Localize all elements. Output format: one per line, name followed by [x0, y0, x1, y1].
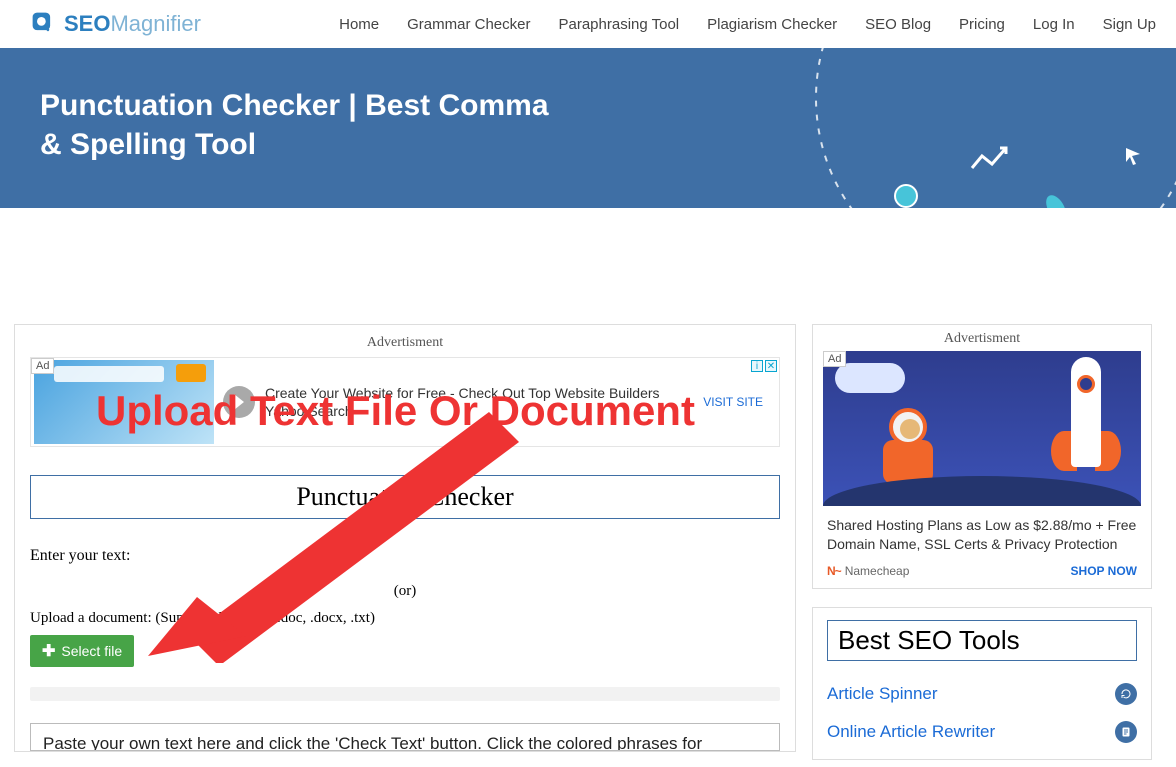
hero-graphic [776, 48, 1176, 208]
select-file-button[interactable]: ✚ Select file [30, 635, 134, 667]
navbar: SEO Magnifier Home Grammar Checker Parap… [0, 0, 1176, 48]
ad-choices[interactable]: i✕ [751, 360, 777, 372]
nav-signup[interactable]: Sign Up [1103, 16, 1156, 33]
select-file-label: Select file [61, 643, 122, 659]
ad-close-icon[interactable]: ✕ [765, 360, 777, 372]
nav-login[interactable]: Log In [1033, 16, 1075, 33]
side-ad-panel: Advertisment Ad i✕ Shared Hosting Plans … [812, 324, 1152, 589]
nav-pricing[interactable]: Pricing [959, 16, 1005, 33]
logo[interactable]: SEO Magnifier [30, 10, 201, 38]
play-icon[interactable] [223, 386, 255, 418]
nav-home[interactable]: Home [339, 16, 379, 33]
seo-tools-title: Best SEO Tools [827, 620, 1137, 661]
nav-blog[interactable]: SEO Blog [865, 16, 931, 33]
list-item: Online Article Rewriter [827, 713, 1137, 751]
ad-text: Create Your Website for Free - Check Out… [255, 380, 703, 424]
enter-text-label: Enter your text: [30, 547, 780, 565]
logo-text-seo: SEO [64, 11, 110, 37]
side-ad-text: Shared Hosting Plans as Low as $2.88/mo … [823, 506, 1141, 560]
ad-label: Advertisment [30, 335, 780, 351]
ad-visit-link[interactable]: VISIT SITE [703, 395, 763, 409]
document-icon [1115, 721, 1137, 743]
ad-headline: Create Your Website for Free - Check Out… [265, 384, 693, 402]
nav-links: Home Grammar Checker Paraphrasing Tool P… [339, 16, 1156, 33]
nav-plagiarism[interactable]: Plagiarism Checker [707, 16, 837, 33]
text-input-area[interactable]: Paste your own text here and click the '… [30, 723, 780, 751]
tool-title: Punctuation Checker [31, 482, 779, 512]
side-ad[interactable]: Ad i✕ Shared Hosting Plans as Low as $2.… [823, 351, 1141, 588]
plus-icon: ✚ [42, 641, 55, 661]
refresh-icon [1115, 683, 1137, 705]
side-ad-cta[interactable]: SHOP NOW [1071, 564, 1137, 578]
upload-label: Upload a document: (Supported Format: .d… [30, 610, 780, 627]
seo-tools-panel: Best SEO Tools Article Spinner Online Ar… [812, 607, 1152, 760]
or-divider: (or) [30, 583, 780, 600]
main-panel: Advertisment Ad i✕ Create Your Website f… [14, 324, 796, 752]
text-input-placeholder: Paste your own text here and click the '… [43, 734, 702, 751]
nav-grammar[interactable]: Grammar Checker [407, 16, 530, 33]
nav-paraphrase[interactable]: Paraphrasing Tool [558, 16, 679, 33]
main-ad-banner[interactable]: Ad i✕ Create Your Website for Free - Che… [30, 357, 780, 447]
ad-badge: Ad [31, 358, 54, 374]
side-ad-label: Advertisment [813, 325, 1151, 351]
tool-link-article-spinner[interactable]: Article Spinner [827, 684, 938, 704]
hero-banner: Punctuation Checker | Best Comma & Spell… [0, 48, 1176, 208]
side-ad-image [823, 351, 1141, 506]
tool-title-box: Punctuation Checker [30, 475, 780, 519]
tool-link-rewriter[interactable]: Online Article Rewriter [827, 722, 995, 742]
ad-thumbnail [34, 360, 214, 444]
list-item: Article Spinner [827, 675, 1137, 713]
side-ad-brand: N~Namecheap [827, 564, 909, 578]
page-title: Punctuation Checker | Best Comma & Spell… [40, 86, 560, 164]
side-ad-badge: Ad [823, 351, 846, 367]
ad-info-icon[interactable]: i [751, 360, 763, 372]
progress-bar [30, 687, 780, 701]
ad-subtext: Yahoo Search [265, 402, 693, 420]
logo-text-magnifier: Magnifier [110, 11, 200, 37]
magnifier-icon [30, 10, 58, 38]
